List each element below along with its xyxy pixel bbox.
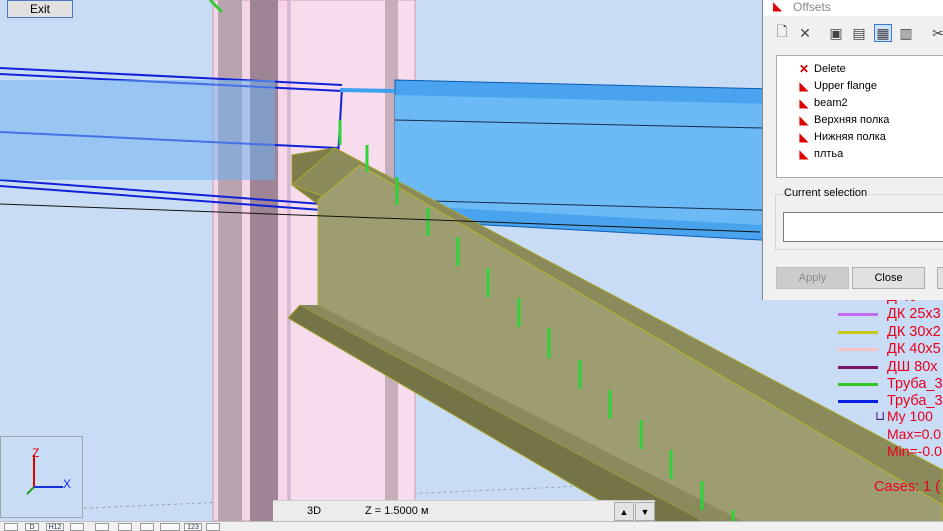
view-details-icon[interactable]: ▥	[897, 24, 915, 42]
stat-cases: Cases: 1 (	[874, 479, 941, 495]
offset-icon: ◣	[799, 78, 809, 93]
exit-button[interactable]: Exit	[7, 0, 73, 18]
scroll-down-button[interactable]: ▼	[635, 502, 655, 521]
close-button[interactable]: Close	[852, 267, 925, 289]
list-item[interactable]: ◣ Upper flange	[797, 77, 877, 94]
axis-indicator: Z X	[0, 436, 83, 518]
stat-my: My 100	[887, 408, 933, 424]
legend-swatch	[838, 382, 878, 386]
cut-icon[interactable]: ✂	[929, 24, 943, 42]
moment-icon: ⊔	[875, 408, 886, 423]
list-item[interactable]: ◣ плтьа	[797, 145, 843, 162]
status-z: Z = 1.5000 м	[365, 505, 429, 517]
view-list-icon[interactable]: ▦	[874, 24, 892, 42]
delete-x-icon: ✕	[798, 61, 810, 76]
legend-item: ДК 30x2	[838, 323, 941, 341]
scroll-up-button[interactable]: ▲	[614, 502, 634, 521]
list-item[interactable]: ◣ Нижняя полка	[797, 128, 886, 145]
offset-icon: ◣	[799, 129, 809, 144]
legend-swatch	[838, 312, 878, 316]
legend-swatch	[838, 330, 878, 334]
extra-button[interactable]	[937, 267, 943, 289]
offsets-list[interactable]: ✕ Delete ◣ Upper flange ◣ beam2 ◣ Верхня…	[776, 55, 943, 178]
offsets-dialog: ◣ Offsets 🗋 ✕ ▣ ▤ ▦ ▥ ✂ ✕ Delete ◣ Upper…	[762, 0, 943, 300]
offset-icon: ◣	[773, 0, 783, 13]
stat-min: Min=-0.0	[887, 443, 942, 459]
dialog-title: Offsets	[793, 0, 831, 14]
stat-max: Max=0.0	[887, 426, 942, 442]
list-item[interactable]: ✕ Delete	[797, 60, 846, 77]
current-selection-label: Current selection	[783, 187, 869, 199]
view-large-icon[interactable]: ▣	[827, 24, 845, 42]
current-selection-field[interactable]	[783, 212, 943, 242]
new-icon[interactable]: 🗋	[773, 23, 791, 42]
list-item[interactable]: ◣ Верхняя полка	[797, 111, 889, 128]
apply-button[interactable]: Apply	[776, 267, 849, 289]
status-bar: 3D Z = 1.5000 м ▲ ▼	[273, 500, 655, 522]
delete-icon[interactable]: ✕	[796, 24, 814, 42]
legend-item: ДШ 80x	[838, 358, 938, 376]
axis-x-label: X	[63, 477, 72, 491]
list-item[interactable]: ◣ beam2	[797, 94, 847, 111]
legend-swatch	[838, 347, 878, 351]
axis-z-label: Z	[32, 446, 40, 460]
status-view: 3D	[307, 505, 322, 517]
legend-swatch	[838, 399, 878, 403]
dialog-titlebar: ◣ Offsets	[763, 0, 943, 16]
legend-item: ДК 25x3	[838, 305, 941, 323]
offset-icon: ◣	[799, 95, 809, 110]
offset-icon: ◣	[799, 146, 809, 161]
offset-icon: ◣	[799, 112, 809, 127]
legend-item: ДК 40x5	[838, 340, 941, 358]
legend-swatch	[838, 365, 878, 369]
legend-item: Труба_3	[838, 375, 943, 393]
view-small-icon[interactable]: ▤	[850, 24, 868, 42]
